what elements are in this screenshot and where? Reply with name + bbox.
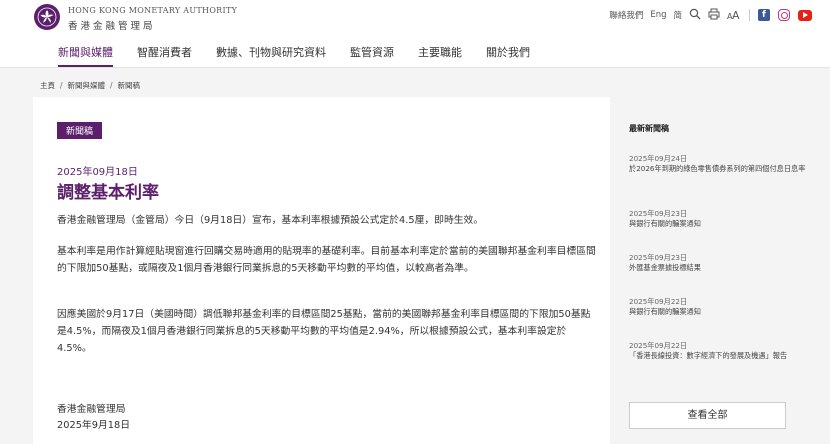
article-paragraph: 基本利率是用作計算經貼現窗進行回購交易時適用的貼現率的基礎利率。目前基本利率定於…	[57, 246, 596, 274]
hkma-logo[interactable]	[34, 4, 60, 30]
breadcrumb-separator: /	[110, 81, 113, 90]
contact-us-link[interactable]: 聯絡我們	[609, 9, 643, 21]
site-header: HONG KONG MONETARY AUTHORITY 香港金融管理局 聯絡我…	[0, 0, 830, 68]
main-navigation: 新聞與媒體 智醒消費者 數據、刊物與研究資料 監管資源 主要職能 關於我們	[58, 44, 554, 67]
sidebar-press-item[interactable]: 2025年09月22日 與銀行有關的騙案通知	[629, 297, 809, 317]
sidebar-item-title: 與銀行有關的騙案通知	[629, 219, 701, 228]
article-paragraph: 香港金融管理局（金管局）今日（9月18日）宣布，基本利率根據預設公式定於4.5厘…	[57, 215, 484, 226]
bauhinia-logo-icon	[37, 7, 57, 27]
sidebar-item-date: 2025年09月22日	[629, 297, 688, 306]
sidebar-heading: 最新新聞稿	[629, 124, 669, 133]
search-icon[interactable]	[689, 8, 701, 23]
sidebar-item-date: 2025年09月24日	[629, 154, 688, 163]
signature-date: 2025年9月18日	[57, 420, 131, 431]
sidebar-item-title: 與銀行有關的騙案通知	[629, 307, 701, 316]
sidebar-press-item[interactable]: 2025年09月22日 「香港長線投資：數字經濟下的發展及機遇」報告	[629, 341, 809, 361]
nav-regulatory-resources[interactable]: 監管資源	[350, 44, 394, 67]
utility-bar: 聯絡我們 Eng 简 AA f	[602, 6, 812, 24]
nav-divider	[0, 67, 830, 68]
breadcrumb-news-media[interactable]: 新聞與媒體	[68, 81, 106, 90]
article-panel: 新聞稿 2025年09月18日 調整基本利率 香港金融管理局（金管局）今日（9月…	[33, 97, 610, 444]
breadcrumb-separator: /	[60, 81, 63, 90]
svg-text:A: A	[732, 9, 740, 20]
article-date: 2025年09月18日	[57, 167, 138, 178]
sidebar-item-title: 於2026年到期的綠色零售債券系列的第四個付息日息率	[629, 164, 806, 173]
brand-name-chinese: 香港金融管理局	[68, 21, 156, 32]
article-title: 調整基本利率	[57, 183, 159, 203]
article-paragraph: 因應美國於9月17日（美國時間）調低聯邦基金利率的目標區間25基點，當前的美國聯…	[57, 309, 591, 354]
category-tag: 新聞稿	[57, 122, 103, 139]
sidebar-item-title: 「香港長線投資：數字經濟下的發展及機遇」報告	[629, 351, 788, 360]
instagram-icon[interactable]	[778, 9, 790, 21]
sidebar-press-item[interactable]: 2025年09月23日 與銀行有關的騙案通知	[629, 209, 809, 229]
youtube-icon[interactable]	[798, 9, 812, 21]
utility-divider	[749, 9, 750, 21]
print-icon[interactable]	[708, 8, 720, 23]
nav-key-functions[interactable]: 主要職能	[418, 44, 462, 67]
simplified-chinese-link[interactable]: 简	[673, 9, 682, 21]
sidebar-item-date: 2025年09月23日	[629, 209, 688, 218]
nav-news-media[interactable]: 新聞與媒體	[58, 44, 113, 67]
brand-name-english: HONG KONG MONETARY AUTHORITY	[68, 6, 238, 15]
signature-organization: 香港金融管理局	[57, 404, 126, 415]
nav-data-publications[interactable]: 數據、刊物與研究資料	[216, 44, 326, 67]
english-language-link[interactable]: Eng	[650, 10, 666, 20]
view-all-button[interactable]: 查看全部	[629, 402, 786, 429]
sidebar-item-date: 2025年09月23日	[629, 253, 688, 262]
sidebar-item-title: 外匯基金票據投標結果	[629, 263, 701, 272]
nav-about-us[interactable]: 關於我們	[486, 44, 530, 67]
latest-press-releases-sidebar: 最新新聞稿 2025年09月24日 於2026年到期的綠色零售債券系列的第四個付…	[629, 120, 815, 429]
breadcrumb-home[interactable]: 主頁	[40, 81, 55, 90]
breadcrumb: 主頁 / 新聞與媒體 / 新聞稿	[40, 80, 140, 91]
sidebar-item-date: 2025年09月22日	[629, 341, 688, 350]
sidebar-press-item[interactable]: 2025年09月24日 於2026年到期的綠色零售債券系列的第四個付息日息率	[629, 154, 809, 174]
font-size-icon[interactable]: AA	[727, 8, 741, 23]
facebook-icon[interactable]: f	[758, 9, 770, 21]
nav-smart-consumers[interactable]: 智醒消費者	[137, 44, 192, 67]
breadcrumb-press-releases[interactable]: 新聞稿	[118, 81, 141, 90]
sidebar-press-item[interactable]: 2025年09月23日 外匯基金票據投標結果	[629, 253, 809, 273]
